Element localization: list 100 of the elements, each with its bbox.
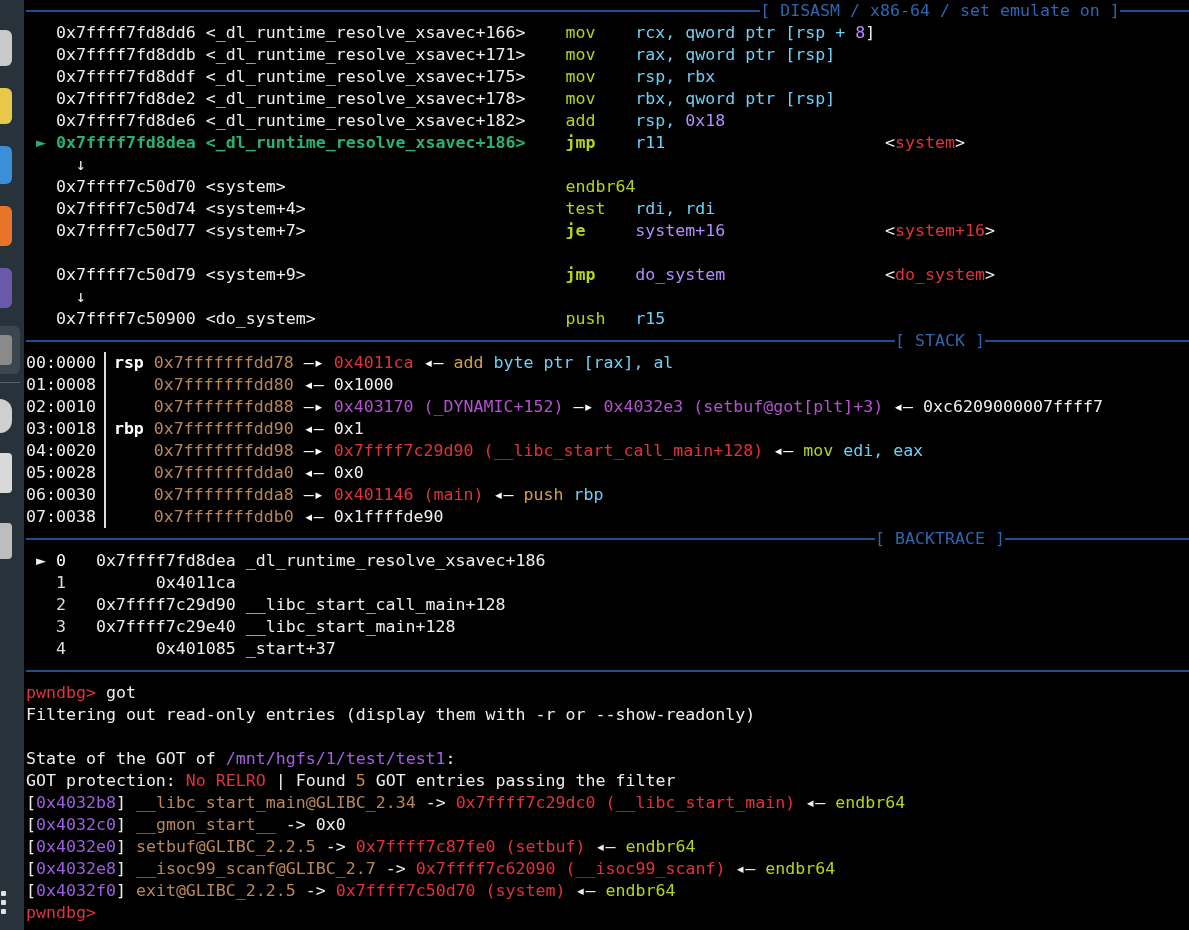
instruction-address: 0x7ffff7c50d79 (55, 264, 196, 286)
symbol-label: <system+9> (205, 265, 306, 284)
frame-symbol: __libc_start_call_main+128 (245, 594, 506, 616)
mnemonic: push (565, 309, 606, 328)
output-line: [0x4032f0] exit@GLIBC_2.2.5 -> 0x7ffff7c50d70 (system) ◂— endbr64 (26, 880, 676, 902)
operand-text: rsp, 0x18 (635, 111, 726, 130)
symbol-label: <system+7> (205, 221, 306, 240)
stack-offset: 00:0000 (26, 352, 96, 374)
output-line: [0x4032e0] setbuf@GLIBC_2.2.5 -> 0x7ffff7c87fe0 (setbuf) ◂— endbr64 (26, 836, 696, 858)
apps-grid-icon[interactable] (0, 890, 8, 916)
instruction-address: 0x7ffff7fd8de6 (55, 110, 196, 132)
symbol-label: <_dl_runtime_resolve_xsavec+182> (205, 111, 526, 130)
symbol-label: <_dl_runtime_resolve_xsavec+178> (205, 89, 526, 108)
symbol-label: <_dl_runtime_resolve_xsavec+175> (205, 67, 526, 86)
operand-text: rdi, rdi (635, 199, 716, 218)
frame-address: 0x401085 (155, 638, 236, 660)
frame-address: 0x4011ca (155, 572, 236, 594)
stack-offset: 03:0018 (26, 418, 96, 440)
operand-text: rax, qword ptr [rsp] (635, 45, 836, 64)
mnemonic: jmp (565, 265, 596, 284)
stack-chain: 0x7fffffffdd90 ◂— 0x1 (153, 418, 364, 440)
current-pointer: ► (36, 551, 46, 570)
frame-address: 0x7ffff7c29e40 (95, 616, 236, 638)
operand-text: do_system (635, 265, 726, 284)
register-label: rbp (113, 419, 144, 438)
comment-text: <system> (885, 132, 966, 154)
operand-text: system+16 (635, 221, 726, 240)
frame-index: 3 (55, 616, 66, 638)
output-line: Filtering out read-only entries (display them with -r or --show-readonly) (26, 704, 756, 726)
operand-text: rsp, rbx (635, 67, 716, 86)
frame-symbol: _start+37 (245, 638, 336, 660)
frame-index: 4 (55, 638, 66, 660)
shell-prompt: pwndbg> (26, 902, 96, 924)
app-icon[interactable] (0, 206, 12, 246)
operand-text: r15 (635, 309, 666, 328)
output-line: [0x4032b8] __libc_start_main@GLIBC_2.34 -> 0x7ffff7c29dc0 (__libc_start_main) ◂— endbr64 (26, 792, 906, 814)
mnemonic: test (565, 199, 606, 218)
operand-text: r11 (635, 133, 666, 152)
mnemonic: je (565, 221, 586, 240)
stack-offset: 04:0020 (26, 440, 96, 462)
mnemonic: mov (565, 89, 596, 108)
mnemonic: jmp (565, 133, 596, 152)
symbol-label: <system+4> (205, 199, 306, 218)
stack-chain: 0x7fffffffdd88 —▸ 0x403170 (_DYNAMIC+152) —▸ 0x4032e3 (setbuf@got[plt]+3) ◂— 0xc6209000007ffff7 (153, 396, 1103, 418)
stack-chain: 0x7fffffffdd80 ◂— 0x1000 (153, 374, 394, 396)
instruction-address: 0x7ffff7c50d74 (55, 198, 196, 220)
frame-symbol: _dl_runtime_resolve_xsavec+186 (245, 550, 546, 572)
section-title: [ STACK ] (895, 330, 985, 352)
stack-offset: 05:0028 (26, 462, 96, 484)
instruction-address: 0x7ffff7c50900 (55, 308, 196, 330)
operand-text: rcx, qword ptr [rsp + 8] (635, 23, 876, 42)
stack-chain: 0x7fffffffdda0 ◂— 0x0 (153, 462, 364, 484)
frame-address: 0x7ffff7fd8dea (95, 550, 236, 572)
stack-chain: 0x7fffffffdda8 —▸ 0x401146 (main) ◂— push rbp (153, 484, 604, 506)
frame-address: 0x7ffff7c29d90 (95, 594, 236, 616)
symbol-label: <_dl_runtime_resolve_xsavec+186> (205, 133, 526, 152)
app-icon[interactable] (0, 30, 12, 66)
mnemonic: mov (565, 67, 596, 86)
instruction-address: 0x7ffff7fd8dea (55, 132, 196, 154)
stack-chain: 0x7fffffffddb0 ◂— 0x1ffffde90 (153, 506, 444, 528)
mnemonic: mov (565, 23, 596, 42)
stack-chain: 0x7fffffffdd78 —▸ 0x4011ca ◂— add byte ptr [rax], al (153, 352, 674, 374)
app-icon[interactable] (0, 88, 12, 124)
output-line: State of the GOT of /mnt/hgfs/1/test/test1: (26, 748, 456, 770)
instruction-address: 0x7ffff7c50d70 (55, 176, 196, 198)
symbol-label: <system> (205, 177, 286, 196)
app-icon[interactable] (0, 146, 12, 184)
instruction-address: 0x7ffff7c50d77 (55, 220, 196, 242)
frame-index: 2 (55, 594, 66, 616)
frame-symbol: __libc_start_main+128 (245, 616, 456, 638)
output-line: GOT protection: No RELRO | Found 5 GOT entries passing the filter (26, 770, 676, 792)
symbol-label: <do_system> (205, 309, 316, 328)
app-icon[interactable] (0, 399, 12, 433)
symbol-label: <_dl_runtime_resolve_xsavec+166> (205, 23, 526, 42)
stack-offset: 07:0038 (26, 506, 96, 528)
mnemonic: mov (565, 45, 596, 64)
comment-text: <do_system> (885, 264, 996, 286)
mnemonic: add (565, 111, 596, 130)
branch-arrow: ↓ (75, 154, 86, 176)
branch-arrow: ↓ (75, 286, 86, 308)
frame-index: 1 (55, 572, 66, 594)
stack-offset: 02:0010 (26, 396, 96, 418)
register-label: rsp (113, 353, 144, 372)
stack-offset: 01:0008 (26, 374, 96, 396)
output-line: [0x4032e8] __isoc99_scanf@GLIBC_2.7 -> 0x7ffff7c62090 (__isoc99_scanf) ◂— endbr64 (26, 858, 836, 880)
stack-chain: 0x7fffffffdd98 —▸ 0x7ffff7c29d90 (__libc_start_call_main+128) ◂— mov edi, eax (153, 440, 924, 462)
section-title: [ BACKTRACE ] (875, 528, 1005, 550)
current-pointer: ► (36, 133, 46, 152)
stack-offset: 06:0030 (26, 484, 96, 506)
instruction-address: 0x7ffff7fd8de2 (55, 88, 196, 110)
instruction-address: 0x7ffff7fd8dd6 (55, 22, 196, 44)
operand-text: rbx, qword ptr [rsp] (635, 89, 836, 108)
mnemonic: endbr64 (565, 177, 636, 196)
command-text: got (105, 682, 136, 704)
symbol-label: <_dl_runtime_resolve_xsavec+171> (205, 45, 526, 64)
output-line: [0x4032c0] __gmon_start__ -> 0x0 (26, 814, 346, 836)
comment-text: <system+16> (885, 220, 996, 242)
shell-prompt: pwndbg> (26, 682, 96, 704)
instruction-address: 0x7ffff7fd8ddf (55, 66, 196, 88)
section-title: [ DISASM / x86-64 / set emulate on ] (760, 0, 1120, 22)
